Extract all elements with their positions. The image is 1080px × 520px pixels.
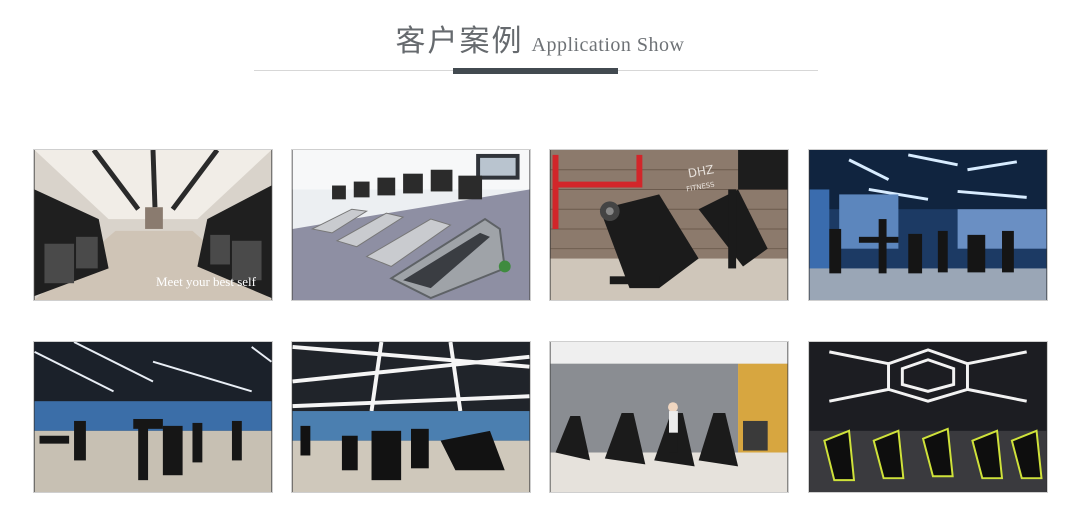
spinning-bikes-photo-icon bbox=[809, 342, 1047, 492]
case-image-1[interactable]: Meet your best self bbox=[33, 149, 273, 301]
treadmill-row-photo-icon bbox=[292, 150, 530, 300]
treadmills-photo-icon bbox=[550, 342, 788, 492]
case-image-8[interactable] bbox=[808, 341, 1048, 493]
lit-ceiling-gym-photo-icon bbox=[292, 342, 530, 492]
case-gallery: Meet your best self DHZ FITNESS bbox=[0, 0, 1080, 520]
strength-machines-brick-wall-photo-icon: DHZ FITNESS bbox=[550, 150, 788, 300]
case-image-6[interactable] bbox=[291, 341, 531, 493]
case-image-5[interactable] bbox=[33, 341, 273, 493]
strength-area-photo-icon bbox=[34, 342, 272, 492]
case-image-2[interactable] bbox=[291, 149, 531, 301]
case-image-4[interactable] bbox=[808, 149, 1048, 301]
case-image-3[interactable]: DHZ FITNESS bbox=[549, 149, 789, 301]
photo-caption: Meet your best self bbox=[156, 274, 257, 289]
case-image-7[interactable] bbox=[549, 341, 789, 493]
blue-lit-gym-photo-icon bbox=[809, 150, 1047, 300]
